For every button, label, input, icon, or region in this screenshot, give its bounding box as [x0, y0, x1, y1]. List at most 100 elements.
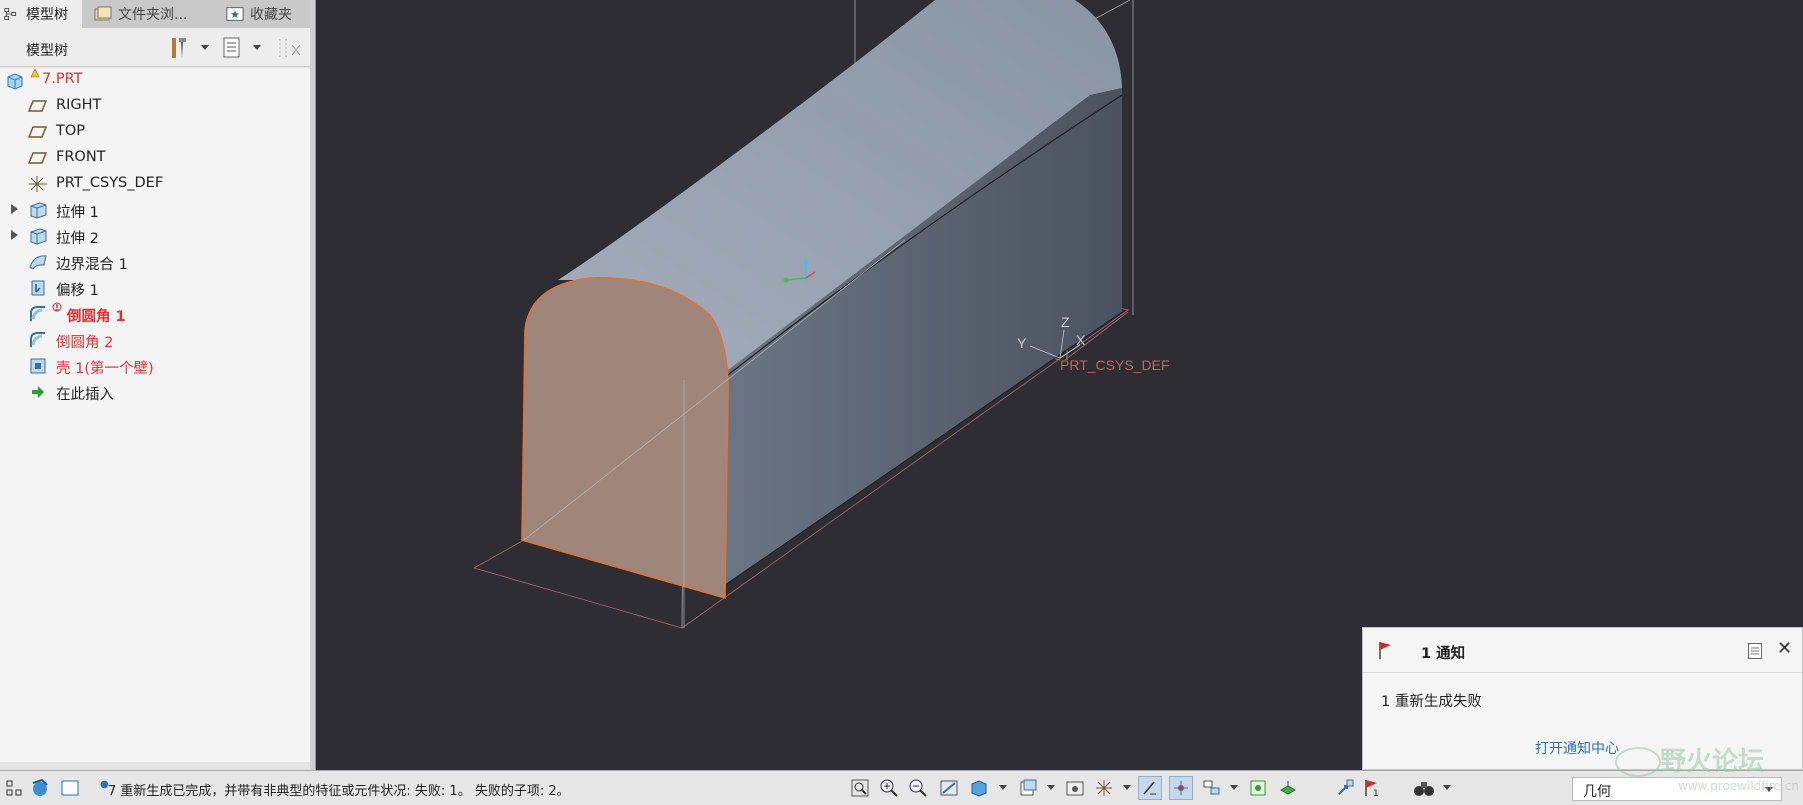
browser-button[interactable] — [28, 776, 52, 800]
favorites-icon — [226, 7, 244, 21]
toggle-navigator-button[interactable] — [2, 776, 26, 800]
view-manager-button[interactable] — [1063, 776, 1087, 800]
tree-item-boundary-blend[interactable]: 边界混合 1 — [0, 250, 310, 274]
shell-icon — [30, 358, 46, 374]
datum-display-button[interactable] — [1092, 776, 1116, 800]
appearance-button[interactable] — [1246, 776, 1270, 800]
refit-button[interactable] — [848, 776, 872, 800]
tree-item-label: PRT_CSYS_DEF — [56, 175, 164, 191]
svg-text:1: 1 — [1373, 789, 1379, 798]
column-filter-icon[interactable] — [276, 37, 304, 59]
tree-icon — [4, 8, 17, 20]
zoom-out-button[interactable] — [906, 776, 930, 800]
orient-mode-button[interactable] — [1200, 776, 1224, 800]
model-tree-toolbar: 模型树 — [0, 28, 310, 67]
annotation-icon — [1143, 781, 1156, 795]
tree-item-label: TOP — [56, 123, 86, 139]
tree-item-top[interactable]: TOP — [0, 120, 310, 144]
model-tree-title: 模型树 — [26, 43, 68, 59]
zoom-in-button[interactable] — [877, 776, 901, 800]
status-message: 7 重新生成已完成，并带有非典型的特征或元件状况: 失败: 1。 失败的子项: … — [108, 784, 570, 799]
open-notification-center-link[interactable]: 打开通知中心 — [1535, 738, 1619, 758]
notification-title: 1 通知 — [1421, 646, 1466, 662]
settings-tools-icon[interactable] — [168, 36, 190, 60]
tree-item-shell[interactable]: 壳 1(第一个壁) — [0, 354, 310, 378]
tree-item-extrude-1[interactable]: 拉伸 1 — [0, 198, 310, 222]
part-icon — [7, 73, 23, 90]
tree-item-label: FRONT — [56, 149, 106, 165]
tree-item-label: 壳 1(第一个壁) — [56, 361, 154, 377]
annotation-display-button[interactable] — [1138, 776, 1162, 800]
tree-item-round-1[interactable]: 倒圆角 1 — [0, 302, 310, 326]
chevron-down-icon[interactable] — [1230, 785, 1238, 790]
navigator-tabs: 模型树 文件夹浏... 收藏夹 — [0, 0, 315, 28]
chevron-down-icon[interactable] — [201, 45, 209, 50]
selection-filter-value: 几何 — [1583, 784, 1611, 800]
tree-item-front[interactable]: FRONT — [0, 146, 310, 170]
tree-item-right[interactable]: RIGHT — [0, 94, 310, 118]
model-tree-panel: 模型树 文件夹浏... 收藏夹 模型树 7.PRT RIGHT TOP FRON… — [0, 0, 316, 770]
status-bar: ● 7 重新生成已完成，并带有非典型的特征或元件状况: 失败: 1。 失败的子项… — [0, 770, 1803, 805]
tree-item-csys[interactable]: PRT_CSYS_DEF — [0, 172, 310, 196]
csys-axis-z: Z — [1061, 314, 1070, 330]
close-icon[interactable]: ✕ — [1777, 638, 1792, 659]
datum-plane-icon — [28, 152, 48, 164]
tree-item-label: RIGHT — [56, 97, 102, 113]
datum-display-icon — [1096, 780, 1112, 796]
regenerate-icon — [1279, 781, 1297, 795]
round-icon — [30, 332, 45, 347]
offset-icon — [31, 280, 45, 296]
notification-popup: 1 通知 ✕ 1 重新生成失败 打开通知中心 — [1362, 627, 1803, 770]
csys-axis-y: Y — [1017, 335, 1027, 351]
tab-favorites[interactable]: 收藏夹 — [220, 0, 315, 28]
folder-browser-icon — [94, 6, 112, 21]
window-icon — [61, 780, 79, 796]
notification-center-button[interactable]: 1 — [1360, 776, 1384, 800]
tab-folder-browser[interactable]: 文件夹浏... — [88, 0, 214, 28]
saved-views-icon — [1020, 779, 1037, 796]
tree-icon — [6, 780, 22, 796]
tree-item-insert-here[interactable]: 在此插入 — [0, 380, 310, 404]
tab-label: 收藏夹 — [250, 7, 292, 23]
repaint-button[interactable] — [937, 776, 961, 800]
chevron-down-icon[interactable] — [1047, 785, 1055, 790]
expand-arrow-icon[interactable] — [11, 204, 18, 214]
search-tool-button[interactable] — [1412, 776, 1436, 800]
extrude-icon — [30, 202, 47, 219]
show-list-icon[interactable] — [222, 37, 242, 59]
spin-center-icon — [1174, 781, 1188, 795]
selection-filter-dropdown[interactable]: 几何 — [1572, 777, 1782, 801]
chevron-down-icon[interactable] — [1765, 787, 1773, 792]
tree-item-label: 拉伸 2 — [56, 231, 99, 247]
tree-item-round-2[interactable]: 倒圆角 2 — [0, 328, 310, 352]
warning-icon — [30, 68, 40, 78]
tree-item-part[interactable]: 7.PRT — [0, 68, 310, 92]
insert-here-icon — [32, 386, 44, 398]
selected-front-face[interactable] — [521, 276, 729, 600]
boundary-blend-icon — [29, 255, 47, 270]
tree-item-label: 倒圆角 2 — [56, 335, 114, 351]
expand-arrow-icon[interactable] — [11, 230, 18, 240]
chevron-down-icon[interactable] — [1123, 785, 1131, 790]
zoom-in-icon — [880, 779, 898, 797]
regenerate-button[interactable] — [1276, 776, 1300, 800]
spin-center-button[interactable] — [1169, 776, 1193, 800]
find-button[interactable] — [1333, 776, 1357, 800]
tab-model-tree[interactable]: 模型树 — [0, 0, 82, 28]
tab-label: 模型树 — [26, 7, 68, 23]
display-style-button[interactable] — [967, 776, 991, 800]
binoculars-icon — [1414, 782, 1434, 796]
chevron-down-icon[interactable] — [253, 45, 261, 50]
shaded-cube-icon — [971, 780, 987, 797]
tree-item-offset[interactable]: 偏移 1 — [0, 276, 310, 300]
full-screen-button[interactable] — [58, 776, 82, 800]
tree-item-extrude-2[interactable]: 拉伸 2 — [0, 224, 310, 248]
notification-header: 1 通知 ✕ — [1363, 628, 1802, 673]
chevron-down-icon[interactable] — [1443, 785, 1451, 790]
notification-details-icon[interactable] — [1747, 642, 1763, 660]
panel-splitter[interactable] — [310, 0, 315, 770]
chevron-down-icon[interactable] — [999, 785, 1007, 790]
appearance-icon — [1250, 780, 1266, 796]
saved-orientations-button[interactable] — [1016, 776, 1040, 800]
tree-item-label: 倒圆角 1 — [67, 309, 126, 325]
